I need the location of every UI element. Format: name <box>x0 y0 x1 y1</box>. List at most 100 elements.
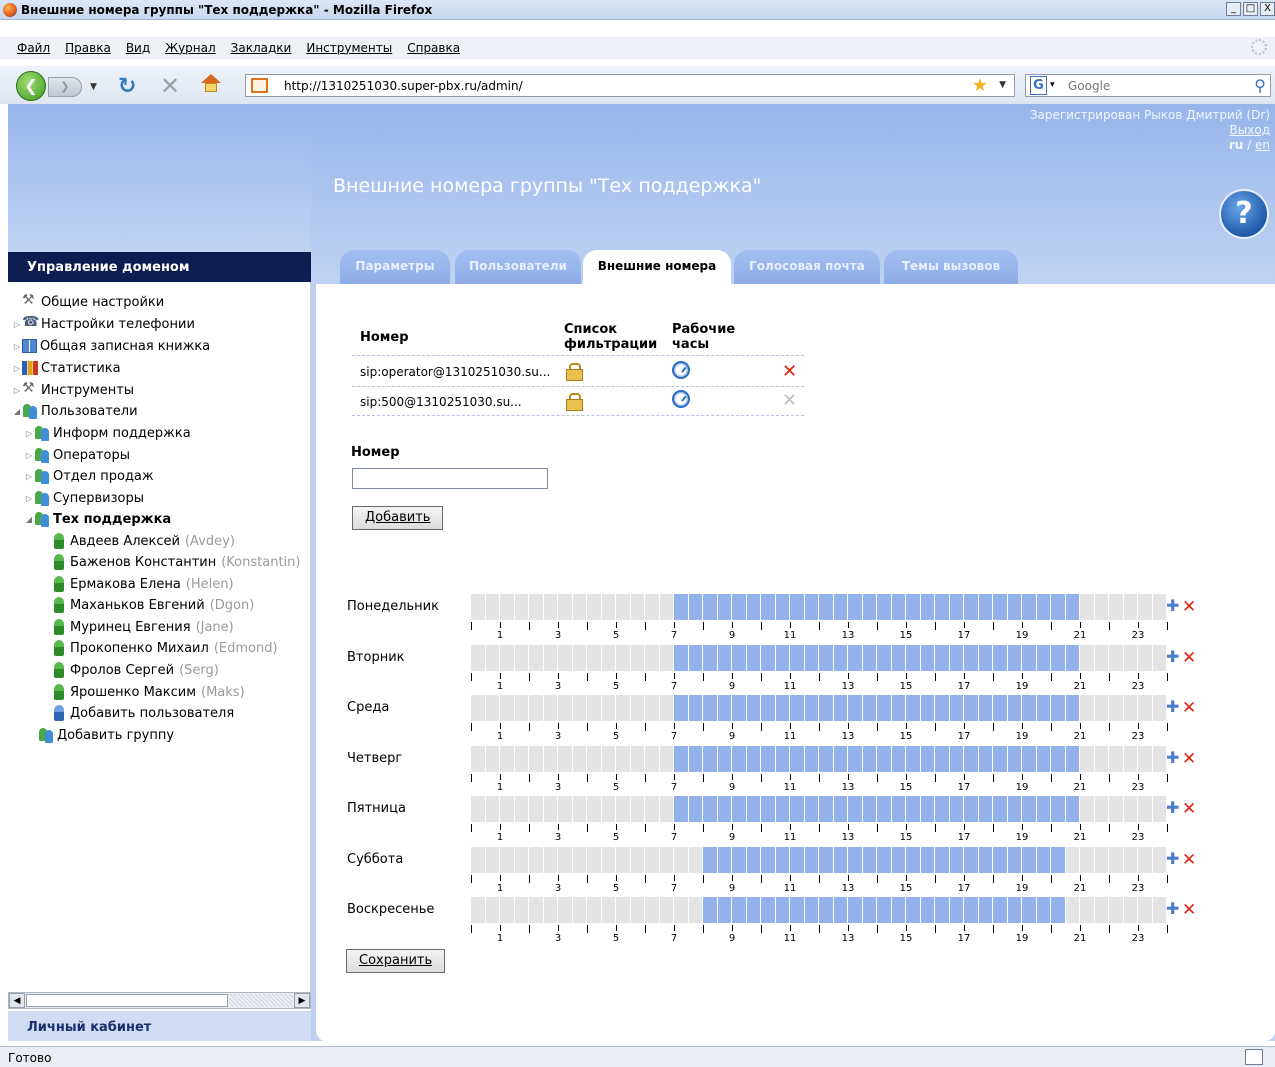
tree-item-telephony-settings[interactable]: ▷ Настройки телефонии <box>12 314 195 334</box>
tree-user[interactable]: Авдеев Алексей (Avdey) <box>51 531 235 551</box>
schedule-slot-active[interactable] <box>848 594 863 620</box>
schedule-slot-inactive[interactable] <box>659 897 674 923</box>
schedule-slot-active[interactable] <box>790 847 805 873</box>
schedule-slot-active[interactable] <box>833 847 848 873</box>
schedule-slot-inactive[interactable] <box>645 897 660 923</box>
schedule-slot-active[interactable] <box>688 695 703 721</box>
schedule-slot-active[interactable] <box>732 847 747 873</box>
schedule-slot-active[interactable] <box>993 645 1008 671</box>
schedule-slot-active[interactable] <box>1065 645 1080 671</box>
schedule-slot-inactive[interactable] <box>529 796 544 822</box>
schedule-slot-inactive[interactable] <box>1123 645 1138 671</box>
schedule-slot-active[interactable] <box>746 746 761 772</box>
schedule-slot-inactive[interactable] <box>543 645 558 671</box>
schedule-slot-active[interactable] <box>848 897 863 923</box>
schedule-slot-active[interactable] <box>964 796 979 822</box>
schedule-slot-active[interactable] <box>1065 594 1080 620</box>
schedule-slot-inactive[interactable] <box>558 746 573 772</box>
schedule-slot-active[interactable] <box>717 847 732 873</box>
schedule-slot-active[interactable] <box>790 695 805 721</box>
schedule-slot-inactive[interactable] <box>1080 695 1095 721</box>
schedule-slot-active[interactable] <box>1007 746 1022 772</box>
schedule-slot-inactive[interactable] <box>601 847 616 873</box>
schedule-slot-active[interactable] <box>804 897 819 923</box>
schedule-slot-active[interactable] <box>775 645 790 671</box>
schedule-slot-inactive[interactable] <box>514 645 529 671</box>
schedule-slot-active[interactable] <box>848 645 863 671</box>
tree-group-supervisors[interactable]: ▷ Супервизоры <box>24 488 144 508</box>
schedule-slot-active[interactable] <box>1065 796 1080 822</box>
schedule-slot-inactive[interactable] <box>572 594 587 620</box>
schedule-slot-inactive[interactable] <box>1094 796 1109 822</box>
schedule-slot-inactive[interactable] <box>1152 645 1167 671</box>
schedule-slot-active[interactable] <box>804 847 819 873</box>
schedule-slot-active[interactable] <box>1007 594 1022 620</box>
schedule-slot-inactive[interactable] <box>471 847 486 873</box>
schedule-slot-active[interactable] <box>717 796 732 822</box>
schedule-slot-active[interactable] <box>906 847 921 873</box>
schedule-slot-inactive[interactable] <box>558 645 573 671</box>
close-window-button[interactable]: X <box>1260 2 1275 16</box>
schedule-slot-inactive[interactable] <box>1152 847 1167 873</box>
schedule-slot-active[interactable] <box>993 897 1008 923</box>
schedule-slot-inactive[interactable] <box>485 897 500 923</box>
schedule-slot-active[interactable] <box>978 847 993 873</box>
expand-arrow-icon[interactable]: ▷ <box>12 364 22 373</box>
working-hours-clock-icon[interactable] <box>672 390 690 408</box>
tree-item-general-settings[interactable]: Общие настройки <box>22 292 164 312</box>
schedule-slot-active[interactable] <box>862 594 877 620</box>
engine-dropdown-icon[interactable]: ▾ <box>1050 80 1055 90</box>
url-text[interactable]: http://1310251030.super-pbx.ru/admin/ <box>284 79 523 93</box>
schedule-slot-active[interactable] <box>674 645 689 671</box>
schedule-slot-active[interactable] <box>993 695 1008 721</box>
schedule-slot-active[interactable] <box>761 695 776 721</box>
collapse-arrow-icon[interactable]: ◢ <box>12 407 22 416</box>
schedule-slot-active[interactable] <box>1007 645 1022 671</box>
schedule-slot-active[interactable] <box>819 897 834 923</box>
clear-day-icon[interactable]: ✕ <box>1182 852 1196 869</box>
schedule-slot-inactive[interactable] <box>543 594 558 620</box>
schedule-slot-inactive[interactable] <box>1152 695 1167 721</box>
schedule-slot-active[interactable] <box>862 645 877 671</box>
schedule-slot-active[interactable] <box>949 645 964 671</box>
schedule-slot-inactive[interactable] <box>471 645 486 671</box>
search-bar[interactable]: G ▾ Google ⚲ <box>1025 74 1271 97</box>
schedule-slot-active[interactable] <box>717 645 732 671</box>
schedule-slot-active[interactable] <box>732 746 747 772</box>
schedule-slot-inactive[interactable] <box>1080 796 1095 822</box>
schedule-slot-inactive[interactable] <box>1138 695 1153 721</box>
schedule-slot-active[interactable] <box>877 746 892 772</box>
schedule-slot-active[interactable] <box>935 594 950 620</box>
schedule-slot-active[interactable] <box>819 594 834 620</box>
lang-en-link[interactable]: en <box>1255 138 1270 152</box>
schedule-slot-active[interactable] <box>877 796 892 822</box>
schedule-slot-inactive[interactable] <box>1065 847 1080 873</box>
schedule-slot-active[interactable] <box>775 796 790 822</box>
schedule-slot-inactive[interactable] <box>601 796 616 822</box>
schedule-slot-inactive[interactable] <box>514 594 529 620</box>
schedule-slot-active[interactable] <box>819 746 834 772</box>
tree-group-info-support[interactable]: ▷ Информ поддержка <box>24 423 191 443</box>
menu-file[interactable]: Файл <box>17 41 50 55</box>
expand-arrow-icon[interactable]: ▷ <box>12 386 22 395</box>
schedule-slot-inactive[interactable] <box>529 847 544 873</box>
schedule-slot-active[interactable] <box>1036 695 1051 721</box>
schedule-slot-inactive[interactable] <box>587 746 602 772</box>
tab-voicemail[interactable]: Голосовая почта <box>734 250 880 284</box>
schedule-slot-active[interactable] <box>1051 645 1066 671</box>
schedule-slot-inactive[interactable] <box>645 847 660 873</box>
collapse-arrow-icon[interactable]: ◢ <box>24 515 34 524</box>
schedule-slot-inactive[interactable] <box>471 746 486 772</box>
schedule-slot-active[interactable] <box>1007 897 1022 923</box>
schedule-slot-active[interactable] <box>993 746 1008 772</box>
schedule-slot-inactive[interactable] <box>630 897 645 923</box>
schedule-slot-inactive[interactable] <box>616 645 631 671</box>
schedule-slot-active[interactable] <box>1036 746 1051 772</box>
schedule-slot-active[interactable] <box>993 847 1008 873</box>
schedule-slot-active[interactable] <box>790 796 805 822</box>
schedule-slot-inactive[interactable] <box>616 847 631 873</box>
schedule-slot-inactive[interactable] <box>587 897 602 923</box>
schedule-slot-inactive[interactable] <box>1094 897 1109 923</box>
schedule-slot-inactive[interactable] <box>630 847 645 873</box>
schedule-slot-inactive[interactable] <box>630 796 645 822</box>
